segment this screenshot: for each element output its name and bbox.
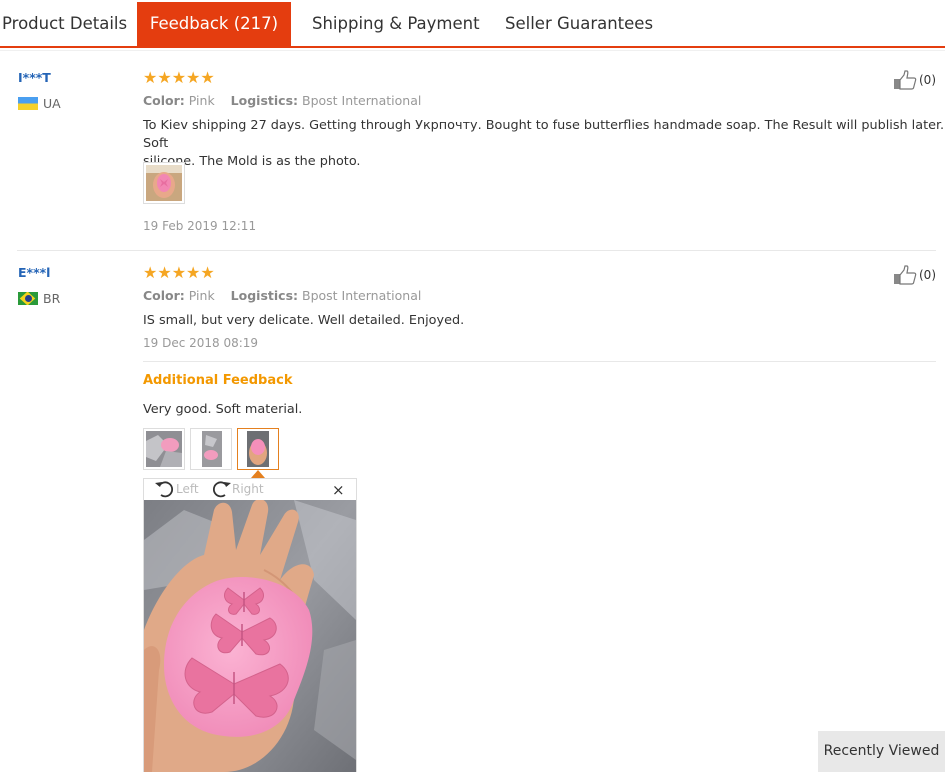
tab-product-details[interactable]: Product Details xyxy=(2,2,127,48)
review-text-line: silicone. The Mold is as the photo. xyxy=(143,154,361,169)
tab-feedback[interactable]: Feedback (217) xyxy=(137,2,291,48)
reviewer-country: UA xyxy=(18,96,61,111)
review-photo-thumb[interactable] xyxy=(190,428,232,470)
logistics-value: Bpost International xyxy=(302,288,422,303)
review-photo-thumb[interactable] xyxy=(143,162,185,204)
helpful-button[interactable]: (0) xyxy=(893,70,936,90)
rotate-right-label: Right xyxy=(232,482,264,496)
country-code: UA xyxy=(43,96,61,111)
close-viewer-button[interactable]: × xyxy=(332,481,345,499)
enlarged-product-photo xyxy=(144,500,356,772)
helpful-button[interactable]: (0) xyxy=(893,265,936,285)
logistics-label: Logistics: xyxy=(230,93,299,108)
star-rating: ★★★★★ xyxy=(143,68,215,87)
ukraine-flag-icon xyxy=(18,97,38,110)
review-date: 19 Dec 2018 08:19 xyxy=(143,336,259,350)
rotate-left-icon xyxy=(155,481,174,498)
recently-viewed-button[interactable]: Recently Viewed xyxy=(818,731,945,772)
star-rating: ★★★★★ xyxy=(143,263,215,282)
photo-viewer: Left Right × xyxy=(143,478,357,772)
photo-viewer-toolbar: Left Right × xyxy=(144,479,356,499)
color-value: Pink xyxy=(188,93,215,108)
additional-feedback-title: Additional Feedback xyxy=(143,373,293,388)
thumbs-up-icon xyxy=(894,70,917,90)
review-date: 19 Feb 2019 12:11 xyxy=(143,219,257,233)
additional-feedback-text: Very good. Soft material. xyxy=(143,402,303,417)
review-text-line: To Kiev shipping 27 days. Getting throug… xyxy=(143,118,945,151)
product-photo xyxy=(240,431,276,467)
color-label: Color: xyxy=(143,288,185,303)
review-meta: Color: Pink Logistics: Bpost Internation… xyxy=(143,93,421,108)
review-photo-thumb-selected[interactable] xyxy=(237,428,279,470)
review-photo-thumb[interactable] xyxy=(143,428,185,470)
rotate-right-button[interactable]: Right xyxy=(210,480,264,498)
rotate-left-button[interactable]: Left xyxy=(154,480,199,498)
helpful-count: (0) xyxy=(919,73,936,87)
color-label: Color: xyxy=(143,93,185,108)
review-text: To Kiev shipping 27 days. Getting throug… xyxy=(143,117,945,171)
brazil-flag-icon xyxy=(18,292,38,305)
reviewer-name[interactable]: E***l xyxy=(18,265,50,280)
viewer-pointer-icon xyxy=(251,470,265,478)
thumbs-up-icon xyxy=(894,265,917,285)
tab-seller-guarantees[interactable]: Seller Guarantees xyxy=(505,2,653,48)
product-photo xyxy=(146,431,182,467)
reviewer-name[interactable]: I***T xyxy=(18,70,51,85)
rotate-left-label: Left xyxy=(176,482,199,496)
reviewer-country: BR xyxy=(18,291,60,306)
helpful-count: (0) xyxy=(919,268,936,282)
tab-shipping-payment[interactable]: Shipping & Payment xyxy=(312,2,480,48)
rotate-right-icon xyxy=(212,481,231,498)
additional-divider xyxy=(143,361,936,362)
logistics-value: Bpost International xyxy=(302,93,422,108)
product-photo xyxy=(193,431,229,467)
butterfly-mold-photo xyxy=(144,500,356,772)
feedback-tabs: Product Details Feedback (217) Shipping … xyxy=(0,0,945,48)
logistics-label: Logistics: xyxy=(230,288,299,303)
tabs-underline xyxy=(0,50,945,51)
review-divider xyxy=(17,250,936,251)
color-value: Pink xyxy=(188,288,215,303)
product-photo xyxy=(146,165,182,201)
review-text: IS small, but very delicate. Well detail… xyxy=(143,313,465,328)
country-code: BR xyxy=(43,291,61,306)
review-meta: Color: Pink Logistics: Bpost Internation… xyxy=(143,288,421,303)
